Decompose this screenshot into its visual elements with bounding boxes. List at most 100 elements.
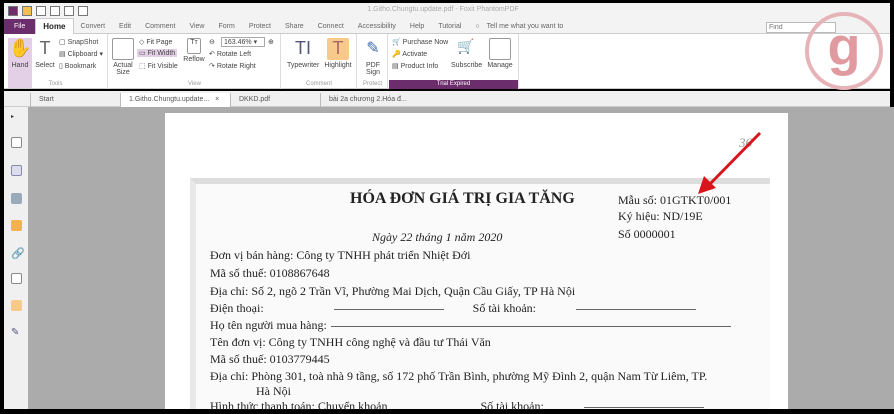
red-arrow-annotation [698,131,762,194]
actual-size-icon [112,38,134,60]
navigation-sidebar: ▸ 🔗 ✎ [4,107,28,409]
menu-home[interactable]: Home [35,18,74,34]
phone-label: Điện thoại: [210,301,264,315]
watermark-logo: g [805,12,883,90]
accessibility-icon[interactable]: ✎ [11,327,22,338]
select-button[interactable]: T Select [34,38,56,69]
manage-label: Manage [487,62,513,69]
rotate-left-label: Rotate Left [216,51,252,58]
comments-icon[interactable] [11,220,22,231]
snapshot-button[interactable]: ▢ SnapShot [59,38,98,46]
payment-label: Hình thức thanh toán: Chuyển khoản [210,399,388,413]
pdf-sign-label: PDF Sign [365,62,380,76]
hand-label: Hand [11,62,29,69]
buyer-address: Địa chỉ: Phòng 301, toà nhà 9 tầng, số 1… [210,369,708,383]
buyer-name-label: Họ tên người mua hàng: [210,318,327,332]
fit-page-button[interactable]: ◇ Fit Page [139,38,172,46]
seller: Đơn vị bán hàng: Công ty TNHH phát triển… [210,248,471,262]
seller-phone: Điện thoại: Số tài khoản: [210,301,696,316]
pen-icon: ✎ [366,40,380,57]
document-tabs: Start 1.Githo.Chungtu.update... × DKKD.p… [4,91,890,107]
view-group: Actual Size ◇ Fit Page ▭ Fit Width ⬚ Fit… [109,34,281,89]
cart-icon: 🛒 [457,38,475,54]
menu-connect[interactable]: Connect [311,19,351,34]
zoom-select[interactable]: 163.46% ▾ [221,37,265,47]
tools-group: ✋ Hand T Select ▢ SnapShot ▤ Clipboard ▾ ▯… [4,34,108,89]
menu-share[interactable]: Share [278,19,311,34]
typewriter-icon: TI [295,38,311,58]
fit-width-button[interactable]: ▭ Fit Width [137,49,178,57]
clipboard-button[interactable]: ▤ Clipboard ▾ [59,50,103,58]
menu-file[interactable]: File [4,18,36,34]
menu-form[interactable]: Form [211,19,241,34]
menu-tutorial[interactable]: Tutorial [431,19,468,34]
invoice-title: HÓA ĐƠN GIÁ TRỊ GIA TĂNG [350,190,575,207]
bookmarks-icon[interactable] [11,137,22,148]
buyer-account-label: Số tài khoản: [480,399,544,413]
buyer-tax-code: Mã số thuế: 0103779445 [210,352,330,366]
typewriter-button[interactable]: TI Typewriter [287,38,319,69]
rotate-left-button[interactable]: ↶ Rotate Left [209,50,251,58]
tell-me-input[interactable]: Tell me what you want to [487,19,564,34]
fit-width-label: Fit Width [147,50,176,57]
menu-bar: File Home Convert Edit Comment View Form… [4,18,890,34]
seller-address: Địa chỉ: Số 2, ngõ 2 Trần Vĩ, Phường Mai… [210,284,576,298]
buyer-company: Tên đơn vị: Công ty TNHH công nghệ và đầ… [210,335,491,349]
bookmark-label: Bookmark [64,63,97,70]
tab-bai-2a[interactable]: bài 2a chương 2.Hóa đ... [320,93,410,107]
tab-githo[interactable]: 1.Githo.Chungtu.update... × [120,93,230,107]
activate-button[interactable]: 🔑 Activate [392,50,427,58]
clipboard-label: Clipboard [67,51,98,58]
subscribe-label: Subscribe [451,62,483,69]
pages-icon[interactable] [11,165,22,176]
expand-icon[interactable]: ▸ [11,113,17,124]
close-icon[interactable]: × [215,96,219,103]
menu-accessibility[interactable]: Accessibility [351,19,403,34]
window-title: 1.Githo.Chungtu.update.pdf - Foxit Phant… [367,6,519,13]
manage-icon [489,38,511,60]
reflow-button[interactable]: Tт Reflow [183,38,205,63]
menu-help[interactable]: Help [403,19,431,34]
tab-dkkd[interactable]: DKKD.pdf [230,93,320,107]
purchase-now-button[interactable]: 🛒 Purchase Now [392,38,448,46]
rotate-right-button[interactable]: ↷ Rotate Right [209,62,256,70]
tab-start[interactable]: Start [30,93,120,107]
security-icon[interactable] [11,300,22,311]
highlight-label: Highlight [324,62,352,69]
seller-account-label: Số tài khoản: [472,301,536,315]
zoom-in-icon[interactable]: ⊕ [268,38,274,46]
protect-group: ✎ PDF Sign Protect [358,34,388,89]
zoom-out-icon[interactable]: ⊖ [209,38,215,46]
menu-edit[interactable]: Edit [112,19,138,34]
invoice: HÓA ĐƠN GIÁ TRỊ GIA TĂNG Mẫu số: 01GTKT0… [190,178,770,413]
tab-label: 1.Githo.Chungtu.update... [129,96,210,103]
product-info-button[interactable]: ▤ Product Info [392,62,438,70]
menu-comment[interactable]: Comment [138,19,182,34]
layers-icon[interactable] [11,193,22,204]
select-label: Select [35,62,55,69]
menu-protect[interactable]: Protect [242,19,278,34]
tools-group-label: Tools [48,81,63,87]
hand-icon: ✋ [9,38,32,58]
fit-visible-button[interactable]: ⬚ Fit Visible [139,62,178,70]
ribbon: ✋ Hand T Select ▢ SnapShot ▤ Clipboard ▾ ▯… [4,34,890,89]
purchase-label: Purchase Now [402,39,449,46]
reflow-icon: Tт [187,38,201,54]
zoom-value: 163.46% [224,39,252,46]
manage-button[interactable]: Manage [485,38,515,69]
pdf-sign-button[interactable]: ✎ PDF Sign [361,38,385,76]
highlight-button[interactable]: T Highlight [324,38,352,69]
actual-size-label: Actual Size [113,62,133,76]
serial: Ký hiệu: ND/19E [618,209,703,223]
invoice-number: Số 0000001 [618,227,676,241]
actual-size-button[interactable]: Actual Size [112,38,134,76]
attachments-icon[interactable]: 🔗 [11,247,25,260]
menu-view[interactable]: View [182,19,211,34]
activate-label: Activate [402,51,428,58]
subscribe-button[interactable]: 🛒 Subscribe [451,38,483,69]
menu-convert[interactable]: Convert [74,19,113,34]
signatures-icon[interactable] [11,273,22,284]
fit-page-label: Fit Page [146,39,173,46]
bookmark-button[interactable]: ▯ Bookmark [59,62,96,70]
snapshot-label: SnapShot [67,39,99,46]
